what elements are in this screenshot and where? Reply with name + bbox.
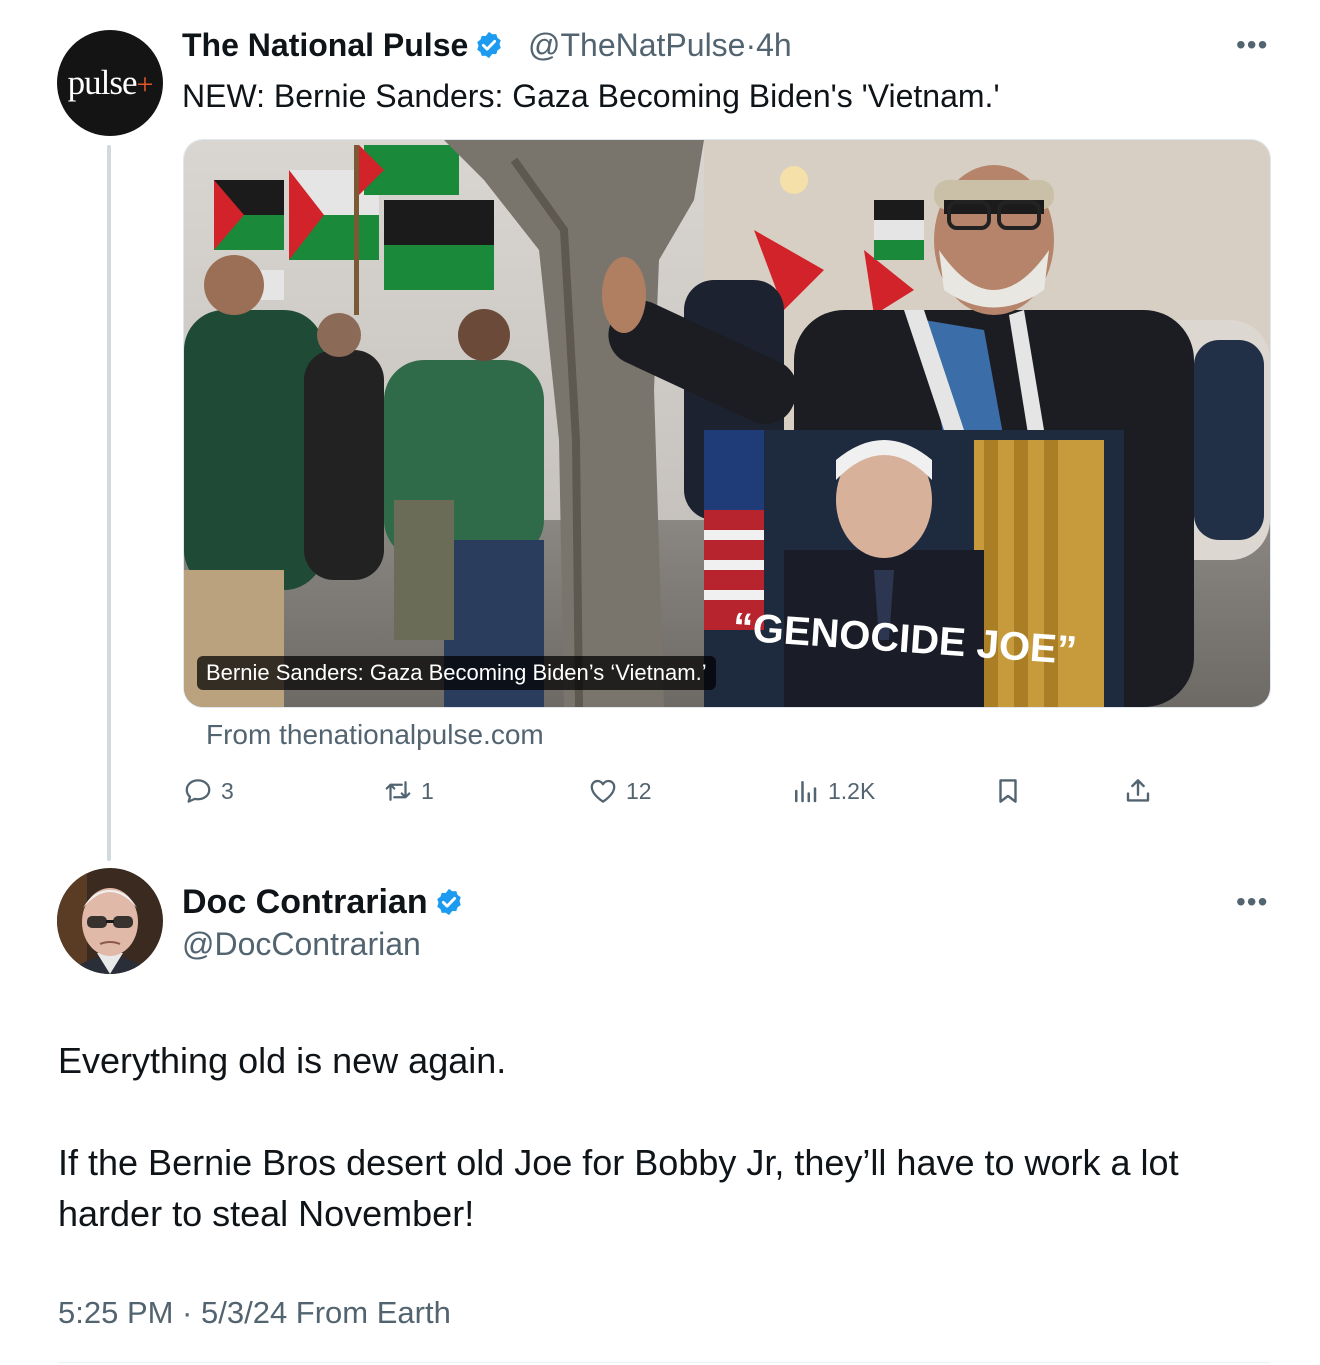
share-button[interactable]: [1123, 768, 1161, 814]
card-title-overlay: Bernie Sanders: Gaza Becoming Biden’s ‘V…: [197, 656, 716, 690]
tweet-paragraph: If the Bernie Bros desert old Joe for Bo…: [58, 1142, 1179, 1234]
protest-photo: “GENOCIDE JOE”: [184, 140, 1270, 707]
author-name-text: The National Pulse: [182, 27, 469, 63]
bookmark-icon: [999, 779, 1017, 803]
reply-button[interactable]: 3: [183, 768, 234, 814]
thread-line: [107, 145, 111, 861]
tweet-author-name-text: Doc Contrarian: [182, 883, 428, 921]
tweet-author-handle[interactable]: @DocContrarian: [182, 924, 421, 964]
handle-text: @TheNatPulse: [528, 27, 746, 63]
share-icon: [1126, 779, 1150, 802]
more-options-icon[interactable]: •••: [1236, 887, 1268, 917]
action-bar: 3 1 12 1.2K: [183, 768, 1183, 814]
tweet-author-name[interactable]: Doc Contrarian: [182, 881, 464, 923]
reply-icon: [185, 779, 211, 803]
author-handle[interactable]: @TheNatPulse·4h: [528, 25, 792, 65]
divider: [58, 1362, 1270, 1363]
heart-icon: [590, 779, 616, 803]
tweet-timestamp[interactable]: 5:25 PM · 5/3/24 From Earth: [58, 1292, 451, 1334]
profile-photo: [57, 868, 163, 974]
retweet-button[interactable]: 1: [383, 768, 434, 814]
author-name[interactable]: The National Pulse: [182, 25, 504, 65]
bookmark-button[interactable]: [993, 768, 1031, 814]
avatar-doc-contrarian[interactable]: [57, 868, 163, 974]
card-source-link[interactable]: From thenationalpulse.com: [206, 717, 544, 753]
retweet-icon: [385, 781, 411, 801]
views-count: 1.2K: [828, 777, 876, 804]
views-button[interactable]: 1.2K: [790, 768, 875, 814]
analytics-icon: [795, 781, 817, 803]
like-button[interactable]: 12: [588, 768, 652, 814]
link-card-image[interactable]: “GENOCIDE JOE”: [183, 139, 1271, 708]
separator: ·: [745, 27, 757, 63]
reply-count: 3: [221, 777, 234, 804]
post-time[interactable]: 4h: [756, 27, 792, 63]
verified-badge-icon: [477, 31, 502, 59]
like-count: 12: [626, 777, 652, 804]
more-options-icon[interactable]: •••: [1236, 30, 1268, 60]
avatar-national-pulse[interactable]: pulse+: [57, 30, 163, 136]
tweet-paragraph: Everything old is new again.: [58, 1040, 507, 1081]
parent-tweet-text: NEW: Bernie Sanders: Gaza Becoming Biden…: [182, 78, 1000, 114]
verified-badge-icon: [436, 888, 461, 916]
pulse-logo: pulse+: [67, 63, 154, 102]
tweet-text: Everything old is new again. If the Bern…: [58, 1035, 1278, 1239]
retweet-count: 1: [421, 777, 434, 804]
